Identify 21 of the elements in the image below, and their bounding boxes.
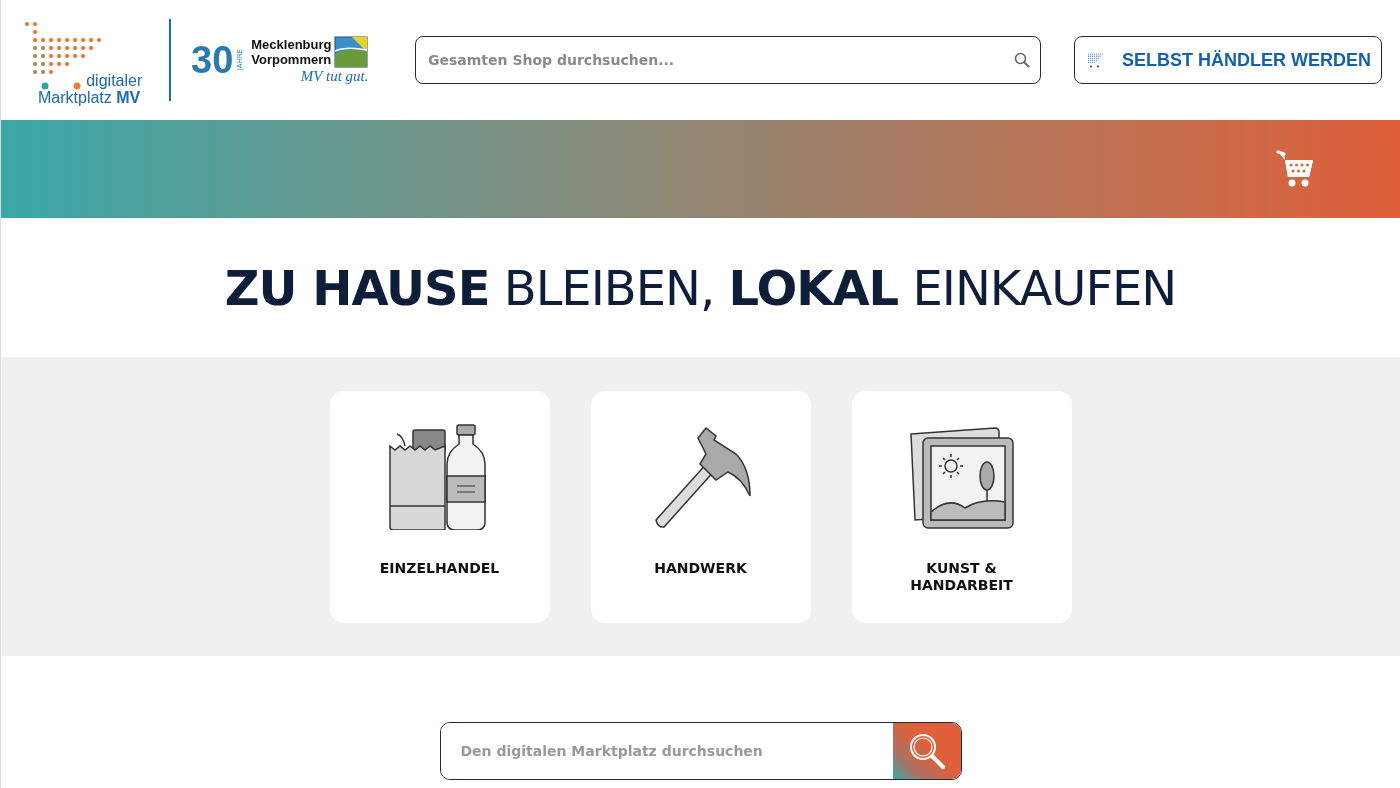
marketplace-search-field[interactable]: Den digitalen Marktplatz durchsuchen	[439, 722, 962, 780]
category-label: HANDWERK	[653, 559, 748, 577]
shopping-cart-icon[interactable]	[1276, 149, 1316, 189]
category-card[interactable]: EINZELHANDEL	[329, 390, 550, 623]
category-label: EINZELHANDEL	[378, 559, 501, 577]
search-button[interactable]	[892, 723, 961, 779]
shop-search-input[interactable]: Gesamten Shop durchsuchen...	[426, 51, 1014, 69]
logo-text: digitaler	[86, 72, 143, 89]
anniversary-number: 30	[191, 38, 234, 82]
landscape-flag-icon	[334, 35, 369, 68]
become-merchant-button[interactable]: SELBST HÄNDLER WERDEN	[1074, 36, 1382, 84]
state-name: Vorpommern	[251, 51, 332, 67]
category-card[interactable]: HANDWERK	[590, 390, 811, 623]
shop-search-field[interactable]: Gesamten Shop durchsuchen...	[415, 36, 1041, 84]
state-name: Mecklenburg	[251, 36, 332, 52]
category-label: KUNST & HANDARBEIT	[909, 559, 1014, 594]
slogan: MV tut gut.	[300, 67, 369, 85]
category-card[interactable]: KUNST & HANDARBEIT	[851, 390, 1072, 623]
search-icon[interactable]	[1014, 52, 1030, 68]
headline: ZU HAUSE BLEIBEN, LOKAL EINKAUFEN	[224, 259, 1177, 316]
logo-text: Marktplatz MV	[38, 89, 141, 106]
